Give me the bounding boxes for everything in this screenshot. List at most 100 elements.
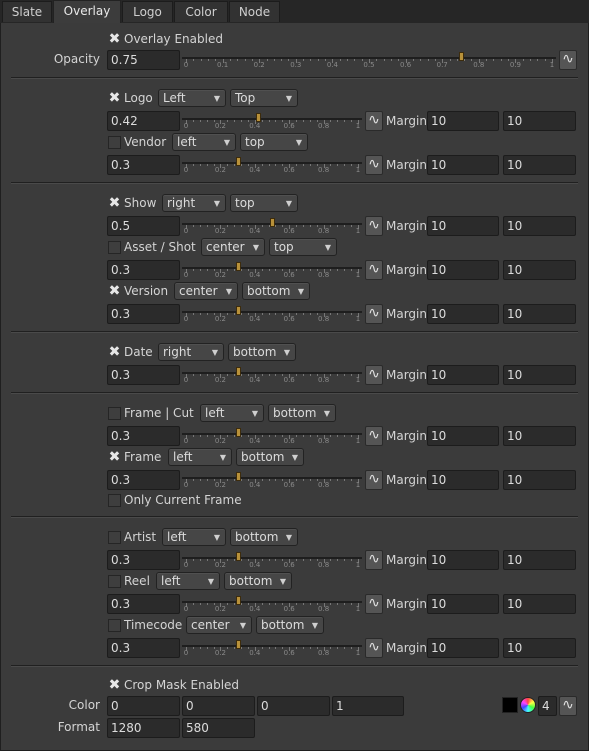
color-swatch[interactable] — [502, 697, 518, 713]
show-margin-x-field[interactable]: 10 — [427, 216, 499, 236]
reel-vertical-align-dropdown[interactable]: bottom ▼ — [224, 572, 292, 590]
slider-handle[interactable] — [235, 157, 241, 166]
animation-curve-icon[interactable]: ∿ — [365, 638, 383, 658]
artist-opacity-field[interactable]: 0.3 — [107, 550, 180, 570]
show-horizontal-align-dropdown[interactable]: right ▼ — [162, 194, 226, 212]
version-opacity-field[interactable]: 0.3 — [107, 304, 180, 324]
animation-curve-icon[interactable]: ∿ — [365, 304, 383, 324]
animation-curve-icon[interactable]: ∿ — [365, 155, 383, 175]
frame-cut-opacity-field[interactable]: 0.3 — [107, 426, 180, 446]
crop-mask-checkbox[interactable]: ✖ — [108, 678, 121, 692]
date-margin-x-field[interactable]: 10 — [427, 365, 499, 385]
logo-checkbox[interactable]: ✖ — [108, 91, 121, 105]
asset-shot-opacity-slider[interactable]: 0 0.2 0.4 0.6 0.8 1 — [182, 260, 362, 280]
format-height-field[interactable]: 580 — [182, 718, 255, 738]
vendor-opacity-slider[interactable]: 0 0.2 0.4 0.6 0.8 1 — [182, 155, 362, 175]
asset-shot-checkbox[interactable] — [108, 241, 121, 254]
animation-curve-icon[interactable]: ∿ — [559, 50, 577, 70]
slider-handle[interactable] — [235, 262, 241, 271]
color-g-field[interactable]: 0 — [182, 696, 255, 716]
tab-slate[interactable]: Slate — [2, 1, 52, 22]
show-margin-y-field[interactable]: 10 — [503, 216, 576, 236]
show-vertical-align-dropdown[interactable]: top ▼ — [230, 194, 298, 212]
artist-checkbox[interactable] — [108, 531, 121, 544]
animation-curve-icon[interactable]: ∿ — [365, 365, 383, 385]
timecode-opacity-field[interactable]: 0.3 — [107, 638, 180, 658]
timecode-vertical-align-dropdown[interactable]: bottom ▼ — [256, 616, 324, 634]
tab-logo[interactable]: Logo — [122, 1, 173, 22]
logo-margin-x-field[interactable]: 10 — [427, 111, 499, 131]
frame-cut-horizontal-align-dropdown[interactable]: left ▼ — [200, 404, 264, 422]
logo-margin-y-field[interactable]: 10 — [503, 111, 576, 131]
animation-curve-icon[interactable]: ∿ — [365, 550, 383, 570]
date-checkbox[interactable]: ✖ — [108, 345, 121, 359]
show-checkbox[interactable]: ✖ — [108, 196, 121, 210]
slider-handle[interactable] — [235, 428, 241, 437]
tab-overlay[interactable]: Overlay — [53, 0, 121, 24]
slider-handle[interactable] — [235, 552, 241, 561]
vendor-checkbox[interactable] — [108, 136, 121, 149]
slider-handle[interactable] — [458, 52, 464, 61]
frame-cut-vertical-align-dropdown[interactable]: bottom ▼ — [268, 404, 336, 422]
timecode-margin-y-field[interactable]: 10 — [503, 638, 576, 658]
artist-horizontal-align-dropdown[interactable]: left ▼ — [162, 528, 226, 546]
color-wheel-icon[interactable] — [520, 697, 536, 713]
date-horizontal-align-dropdown[interactable]: right ▼ — [158, 343, 224, 361]
vendor-opacity-field[interactable]: 0.3 — [107, 155, 180, 175]
vendor-margin-y-field[interactable]: 10 — [503, 155, 576, 175]
frame-margin-y-field[interactable]: 10 — [503, 470, 576, 490]
frame-cut-opacity-slider[interactable]: 0 0.2 0.4 0.6 0.8 1 — [182, 426, 362, 446]
frame-cut-checkbox[interactable] — [108, 407, 121, 420]
vendor-margin-x-field[interactable]: 10 — [427, 155, 499, 175]
version-checkbox[interactable]: ✖ — [108, 284, 121, 298]
opacity-slider[interactable]: 0 0.1 0.2 0.3 0.4 0.5 0.6 0.7 0.8 0.9 1 — [182, 50, 556, 70]
date-opacity-field[interactable]: 0.3 — [107, 365, 180, 385]
frame-cut-margin-y-field[interactable]: 10 — [503, 426, 576, 446]
frame-cut-margin-x-field[interactable]: 10 — [427, 426, 499, 446]
frame-horizontal-align-dropdown[interactable]: left ▼ — [168, 448, 232, 466]
show-opacity-slider[interactable]: 0 0.2 0.4 0.6 0.8 1 — [182, 216, 362, 236]
animation-curve-icon[interactable]: ∿ — [365, 426, 383, 446]
artist-margin-y-field[interactable]: 10 — [503, 550, 576, 570]
reel-margin-x-field[interactable]: 10 — [427, 594, 499, 614]
logo-horizontal-align-dropdown[interactable]: Left ▼ — [158, 89, 226, 107]
timecode-horizontal-align-dropdown[interactable]: center ▼ — [186, 616, 252, 634]
overlay-enabled-checkbox[interactable]: ✖ — [108, 32, 121, 46]
frame-margin-x-field[interactable]: 10 — [427, 470, 499, 490]
opacity-field[interactable]: 0.75 — [107, 50, 180, 70]
reel-margin-y-field[interactable]: 10 — [503, 594, 576, 614]
asset-shot-vertical-align-dropdown[interactable]: top ▼ — [269, 238, 337, 256]
animation-curve-icon[interactable]: ∿ — [365, 594, 383, 614]
artist-opacity-slider[interactable]: 0 0.2 0.4 0.6 0.8 1 — [182, 550, 362, 570]
color-a-field[interactable]: 1 — [332, 696, 404, 716]
color-b-field[interactable]: 0 — [257, 696, 330, 716]
frame-opacity-slider[interactable]: 0 0.2 0.4 0.6 0.8 1 — [182, 470, 362, 490]
date-margin-y-field[interactable]: 10 — [503, 365, 576, 385]
version-vertical-align-dropdown[interactable]: bottom ▼ — [242, 282, 310, 300]
frame-vertical-align-dropdown[interactable]: bottom ▼ — [236, 448, 304, 466]
only-current-frame-checkbox[interactable] — [108, 494, 121, 507]
date-opacity-slider[interactable]: 0 0.2 0.4 0.6 0.8 1 — [182, 365, 362, 385]
vendor-vertical-align-dropdown[interactable]: top ▼ — [240, 133, 308, 151]
asset-shot-opacity-field[interactable]: 0.3 — [107, 260, 180, 280]
reel-opacity-slider[interactable]: 0 0.2 0.4 0.6 0.8 1 — [182, 594, 362, 614]
version-margin-y-field[interactable]: 10 — [503, 304, 576, 324]
reel-opacity-field[interactable]: 0.3 — [107, 594, 180, 614]
version-margin-x-field[interactable]: 10 — [427, 304, 499, 324]
logo-opacity-field[interactable]: 0.42 — [107, 111, 180, 131]
frame-checkbox[interactable]: ✖ — [108, 450, 121, 464]
format-width-field[interactable]: 1280 — [107, 718, 180, 738]
slider-handle[interactable] — [235, 306, 241, 315]
logo-opacity-slider[interactable]: 0 0.2 0.4 0.6 0.8 1 — [182, 111, 362, 131]
slider-handle[interactable] — [235, 596, 241, 605]
animation-curve-icon[interactable]: ∿ — [559, 696, 577, 716]
date-vertical-align-dropdown[interactable]: bottom ▼ — [228, 343, 296, 361]
artist-margin-x-field[interactable]: 10 — [427, 550, 499, 570]
timecode-margin-x-field[interactable]: 10 — [427, 638, 499, 658]
animation-curve-icon[interactable]: ∿ — [365, 470, 383, 490]
timecode-opacity-slider[interactable]: 0 0.2 0.4 0.6 0.8 1 — [182, 638, 362, 658]
reel-checkbox[interactable] — [108, 575, 121, 588]
asset-shot-margin-x-field[interactable]: 10 — [427, 260, 499, 280]
timecode-checkbox[interactable] — [108, 619, 121, 632]
asset-shot-horizontal-align-dropdown[interactable]: center ▼ — [201, 238, 265, 256]
